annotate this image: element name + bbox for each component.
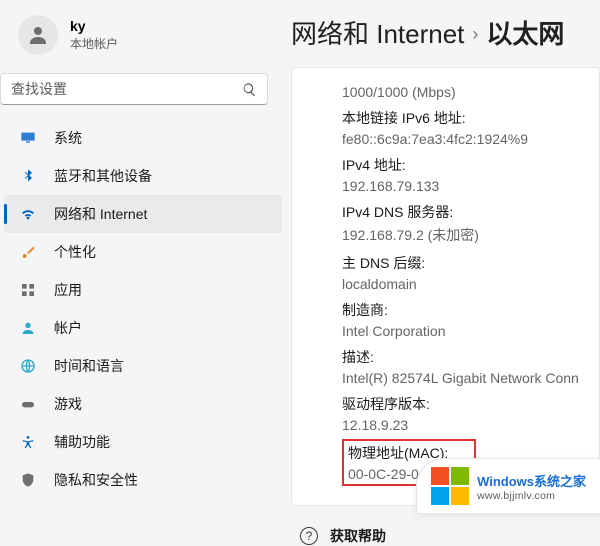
bluetooth-icon xyxy=(20,168,36,184)
network-properties-panel: 1000/1000 (Mbps)本地链接 IPv6 地址:fe80::6c9a:… xyxy=(291,67,600,506)
wifi-icon xyxy=(20,206,36,222)
sidebar-item-label: 游戏 xyxy=(54,394,82,414)
person-icon xyxy=(20,320,36,336)
globe-clock-icon xyxy=(20,358,36,374)
property-label: 主 DNS 后缀: xyxy=(342,253,579,273)
property-row: 1000/1000 (Mbps) xyxy=(342,84,579,100)
breadcrumb-current: 以太网 xyxy=(486,14,564,51)
windows-logo-icon xyxy=(431,467,469,505)
account-header: ky 本地帐户 xyxy=(0,15,286,73)
watermark: Windows系统之家 www.bjjmlv.com xyxy=(416,458,600,514)
sidebar-item-label: 网络和 Internet xyxy=(54,204,147,224)
gamepad-icon xyxy=(20,396,36,412)
sidebar-item-apps[interactable]: 应用 xyxy=(0,271,286,309)
sidebar-item-label: 时间和语言 xyxy=(54,356,124,376)
avatar-icon xyxy=(26,23,50,47)
breadcrumb: 网络和 Internet › 以太网 xyxy=(286,0,600,67)
property-row: 制造商: Intel Corporation xyxy=(342,300,579,339)
sidebar-item-privacy[interactable]: 隐私和安全性 xyxy=(0,461,286,499)
sidebar-item-time[interactable]: 时间和语言 xyxy=(0,347,286,385)
property-label: IPv4 DNS 服务器: xyxy=(342,202,579,222)
breadcrumb-parent[interactable]: 网络和 Internet xyxy=(291,14,464,51)
help-label: 获取帮助 xyxy=(330,526,386,546)
shield-icon xyxy=(20,472,36,488)
avatar xyxy=(18,15,58,55)
grid-icon xyxy=(20,282,36,298)
property-row: IPv4 地址: 192.168.79.133 xyxy=(342,155,579,194)
monitor-icon xyxy=(20,130,36,146)
sidebar-item-system[interactable]: 系统 xyxy=(0,119,286,157)
search-input[interactable] xyxy=(11,81,234,97)
property-value: Intel Corporation xyxy=(342,323,579,339)
chevron-right-icon: › xyxy=(472,24,478,45)
sidebar-item-gaming[interactable]: 游戏 xyxy=(0,385,286,423)
property-label: 制造商: xyxy=(342,300,579,320)
account-name: ky xyxy=(70,18,118,34)
settings-main: 网络和 Internet › 以太网 1000/1000 (Mbps)本地链接 … xyxy=(286,0,600,513)
watermark-url: www.bjjmlv.com xyxy=(477,490,586,502)
property-label: 本地链接 IPv6 地址: xyxy=(342,108,579,128)
sidebar-item-label: 个性化 xyxy=(54,242,96,262)
help-icon: ? xyxy=(300,527,318,545)
sidebar-item-bluetooth[interactable]: 蓝牙和其他设备 xyxy=(0,157,286,195)
property-value: 192.168.79.2 (未加密) xyxy=(342,225,579,245)
account-type: 本地帐户 xyxy=(70,35,118,52)
sidebar-item-label: 帐户 xyxy=(54,318,82,338)
property-value: 1000/1000 (Mbps) xyxy=(342,84,579,100)
property-value: 12.18.9.23 xyxy=(342,417,579,433)
sidebar-item-label: 应用 xyxy=(54,280,82,300)
property-label: 驱动程序版本: xyxy=(342,394,579,414)
property-row: IPv4 DNS 服务器: 192.168.79.2 (未加密) xyxy=(342,202,579,245)
search-icon xyxy=(242,82,257,97)
sidebar-item-accounts[interactable]: 帐户 xyxy=(0,309,286,347)
sidebar-item-label: 隐私和安全性 xyxy=(54,470,138,490)
search-input-wrapper[interactable] xyxy=(0,73,268,105)
settings-nav: 系统蓝牙和其他设备网络和 Internet 个性化应用帐户时间和语言游戏辅助功能隐… xyxy=(0,119,286,499)
sidebar-item-network[interactable]: 网络和 Internet xyxy=(4,195,282,233)
property-row: 本地链接 IPv6 地址:fe80::6c9a:7ea3:4fc2:1924%9 xyxy=(342,108,579,147)
watermark-title: Windows系统之家 xyxy=(477,471,586,490)
property-label: 描述: xyxy=(342,347,579,367)
property-value: Intel(R) 82574L Gigabit Network Connecti… xyxy=(342,370,579,386)
sidebar-item-access[interactable]: 辅助功能 xyxy=(0,423,286,461)
property-row: 驱动程序版本: 12.18.9.23 xyxy=(342,394,579,433)
property-row: 主 DNS 后缀: localdomain xyxy=(342,253,579,292)
property-value: localdomain xyxy=(342,276,579,292)
settings-sidebar: ky 本地帐户 系统蓝牙和其他设备网络和 Internet 个性化应用帐户时间和语… xyxy=(0,0,286,513)
property-row: 描述: Intel(R) 82574L Gigabit Network Conne… xyxy=(342,347,579,386)
sidebar-item-label: 辅助功能 xyxy=(54,432,110,452)
accessibility-icon xyxy=(20,434,36,450)
brush-icon xyxy=(20,244,36,260)
property-label: IPv4 地址: xyxy=(342,155,579,175)
sidebar-item-label: 系统 xyxy=(54,128,82,148)
property-value: fe80::6c9a:7ea3:4fc2:1924%9 xyxy=(342,131,579,147)
property-value: 192.168.79.133 xyxy=(342,178,579,194)
sidebar-item-label: 蓝牙和其他设备 xyxy=(54,166,152,186)
sidebar-item-personal[interactable]: 个性化 xyxy=(0,233,286,271)
